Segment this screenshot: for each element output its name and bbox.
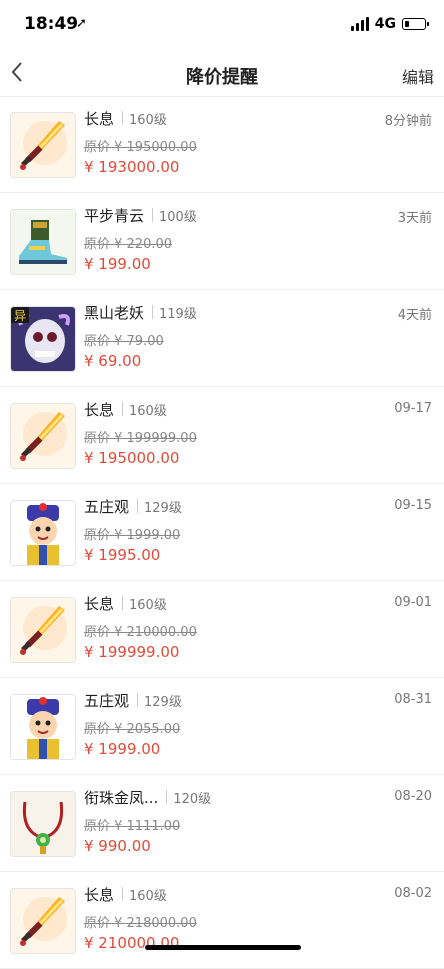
- item-name: 衔珠金凤...: [84, 789, 159, 807]
- price-alert-list: 长息 160级 8分钟前 原价 ¥ 195000.00 ¥ 193000.00 平…: [0, 96, 444, 969]
- list-item[interactable]: 长息 160级 8分钟前 原价 ¥ 195000.00 ¥ 193000.00: [0, 96, 444, 193]
- skull-demon-icon: 异: [10, 306, 76, 372]
- divider: [152, 305, 154, 319]
- item-time: 09-17: [394, 401, 432, 416]
- current-price: ¥ 1999.00: [84, 740, 161, 758]
- original-price: 原价 ¥ 220.00: [84, 237, 173, 252]
- divider: [122, 887, 124, 901]
- original-price: 原价 ¥ 2055.00: [84, 722, 181, 737]
- item-title: 长息 160级: [84, 399, 167, 420]
- item-level: 119级: [159, 307, 197, 322]
- item-level: 160级: [129, 889, 167, 904]
- list-item[interactable]: 长息 160级 08-02 原价 ¥ 218000.00 ¥ 210000.00: [0, 872, 444, 969]
- list-item[interactable]: 异 黑山老妖 119级 4天前 原价 ¥ 79.00 ¥ 69.00: [0, 290, 444, 387]
- item-name: 五庄观: [84, 498, 130, 516]
- item-level: 160级: [129, 404, 167, 419]
- item-name: 长息: [84, 401, 115, 419]
- necklace-icon: [10, 791, 76, 857]
- current-price: ¥ 1995.00: [84, 546, 161, 564]
- item-name: 长息: [84, 595, 115, 613]
- item-time: 3天前: [397, 211, 432, 226]
- battery-nub: [427, 22, 429, 26]
- item-title: 长息 160级: [84, 593, 167, 614]
- cellular-signal-icon: [350, 17, 369, 31]
- item-level: 100级: [159, 210, 197, 225]
- status-right: 4G: [350, 16, 429, 32]
- item-time: 4天前: [397, 308, 432, 323]
- original-price: 原价 ¥ 199999.00: [84, 431, 197, 446]
- item-time: 08-20: [394, 789, 432, 804]
- current-price: ¥ 193000.00: [84, 158, 180, 176]
- current-price: ¥ 990.00: [84, 837, 151, 855]
- home-indicator: [145, 945, 301, 950]
- item-title: 平步青云 100级: [84, 205, 197, 226]
- original-price: 原价 ¥ 1999.00: [84, 528, 181, 543]
- item-level: 120级: [173, 792, 212, 807]
- item-time: 08-31: [394, 692, 432, 707]
- status-bar: 18:49 ➚ 4G: [0, 0, 444, 52]
- current-price: ¥ 199.00: [84, 255, 151, 273]
- divider: [166, 790, 168, 804]
- item-name: 长息: [84, 110, 115, 128]
- item-level: 160级: [129, 113, 167, 128]
- edit-button[interactable]: 编辑: [402, 64, 434, 88]
- item-name: 五庄观: [84, 692, 130, 710]
- boots-icon: [10, 209, 76, 275]
- item-time: 8分钟前: [384, 114, 432, 129]
- divider: [122, 402, 124, 416]
- item-time: 09-01: [394, 595, 432, 610]
- network-type: 4G: [374, 16, 396, 32]
- original-price: 原价 ¥ 218000.00: [84, 916, 197, 931]
- original-price: 原价 ¥ 210000.00: [84, 625, 197, 640]
- original-price: 原价 ¥ 79.00: [84, 334, 164, 349]
- current-price: ¥ 195000.00: [84, 449, 180, 467]
- battery-fill: [405, 21, 409, 27]
- list-item[interactable]: 五庄观 129级 08-31 原价 ¥ 2055.00 ¥ 1999.00: [0, 678, 444, 775]
- sword-icon: [10, 403, 76, 469]
- item-level: 160级: [129, 598, 167, 613]
- sword-icon: [10, 597, 76, 663]
- item-level: 129级: [144, 501, 182, 516]
- item-title: 长息 160级: [84, 108, 167, 129]
- item-title: 黑山老妖 119级: [84, 302, 197, 323]
- page-title: 降价提醒: [186, 67, 258, 88]
- divider: [122, 596, 124, 610]
- item-level: 129级: [144, 695, 182, 710]
- divider: [137, 693, 139, 707]
- item-title: 五庄观 129级: [84, 496, 182, 517]
- divider: [137, 499, 139, 513]
- sword-icon: [10, 888, 76, 954]
- monk-character-icon: [10, 694, 76, 760]
- sword-icon: [10, 112, 76, 178]
- list-item[interactable]: 平步青云 100级 3天前 原价 ¥ 220.00 ¥ 199.00: [0, 193, 444, 290]
- original-price: 原价 ¥ 1111.00: [84, 819, 181, 834]
- original-price: 原价 ¥ 195000.00: [84, 140, 197, 155]
- list-item[interactable]: 衔珠金凤... 120级 08-20 原价 ¥ 1111.00 ¥ 990.00: [0, 775, 444, 872]
- item-name: 长息: [84, 886, 115, 904]
- item-name: 平步青云: [84, 207, 145, 225]
- battery-icon: [402, 18, 429, 30]
- current-price: ¥ 199999.00: [84, 643, 180, 661]
- svg-text:异: 异: [14, 309, 26, 323]
- item-name: 黑山老妖: [84, 304, 145, 322]
- list-item[interactable]: 长息 160级 09-17 原价 ¥ 199999.00 ¥ 195000.00: [0, 387, 444, 484]
- monk-character-icon: [10, 500, 76, 566]
- list-item[interactable]: 五庄观 129级 09-15 原价 ¥ 1999.00 ¥ 1995.00: [0, 484, 444, 581]
- item-time: 08-02: [394, 886, 432, 901]
- item-time: 09-15: [394, 498, 432, 513]
- divider: [122, 111, 124, 125]
- divider: [152, 208, 154, 222]
- current-price: ¥ 69.00: [84, 352, 142, 370]
- status-time: 18:49: [24, 14, 79, 34]
- item-title: 长息 160级: [84, 884, 167, 905]
- location-arrow-icon: ➚: [76, 16, 87, 31]
- item-title: 五庄观 129级: [84, 690, 182, 711]
- navigation-bar: 降价提醒 编辑: [0, 52, 444, 97]
- list-item[interactable]: 长息 160级 09-01 原价 ¥ 210000.00 ¥ 199999.00: [0, 581, 444, 678]
- item-title: 衔珠金凤... 120级: [84, 787, 211, 808]
